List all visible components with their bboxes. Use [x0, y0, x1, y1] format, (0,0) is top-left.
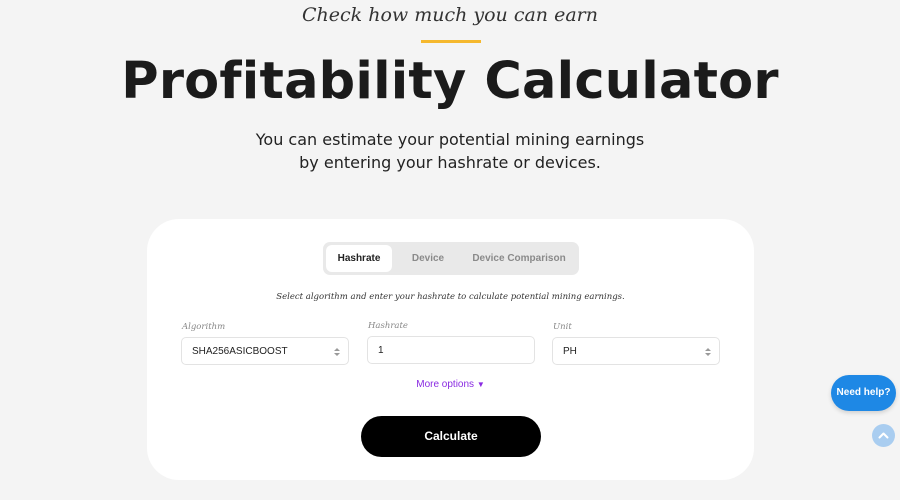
page-subtitle: You can estimate your potential mining e… [255, 130, 645, 172]
hashrate-input[interactable]: 1 [367, 336, 535, 364]
accent-divider [421, 40, 481, 43]
scroll-to-top-button[interactable] [872, 424, 895, 447]
algorithm-select[interactable]: SHA256ASICBOOST [181, 337, 349, 365]
tab-device[interactable]: Device [398, 245, 458, 272]
hashrate-label: Hashrate [368, 321, 408, 331]
hashrate-value: 1 [378, 345, 384, 356]
algorithm-label: Algorithm [182, 322, 226, 332]
tab-hashrate[interactable]: Hashrate [326, 245, 392, 272]
calculator-card: Hashrate Device Device Comparison Select… [147, 219, 754, 480]
caret-down-icon: ▼ [476, 380, 485, 389]
need-help-button[interactable]: Need help? [831, 375, 896, 411]
calculator-instruction: Select algorithm and enter your hashrate… [276, 292, 625, 302]
unit-value: PH [563, 346, 577, 357]
more-options-link[interactable]: More options ▼ [147, 379, 754, 390]
chevron-up-icon [878, 432, 889, 439]
tab-device-comparison[interactable]: Device Comparison [463, 245, 575, 272]
updown-chevron-icon [334, 348, 340, 356]
unit-select[interactable]: PH [552, 337, 720, 365]
more-options-label: More options [416, 379, 475, 390]
algorithm-value: SHA256ASICBOOST [192, 346, 288, 357]
calculate-button[interactable]: Calculate [361, 416, 541, 457]
calculator-tabs: Hashrate Device Device Comparison [323, 242, 579, 275]
updown-chevron-icon [705, 348, 711, 356]
unit-label: Unit [553, 322, 572, 332]
page-title: Profitability Calculator [121, 52, 779, 111]
page-kicker: Check how much you can earn [302, 4, 598, 26]
